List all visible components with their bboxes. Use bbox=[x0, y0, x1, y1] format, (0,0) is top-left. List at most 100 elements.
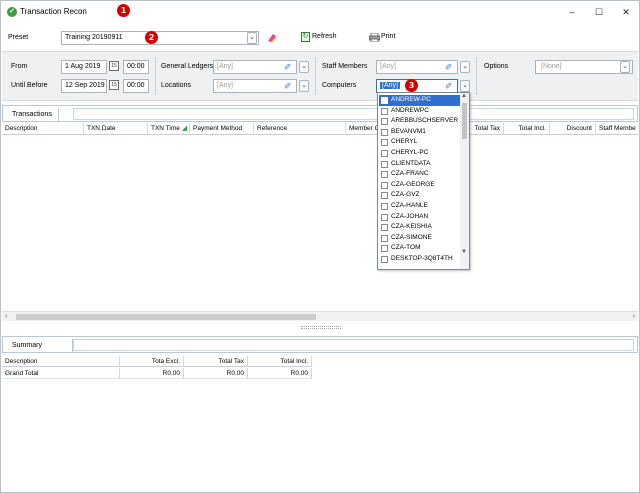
checkbox[interactable] bbox=[381, 171, 388, 179]
list-item[interactable]: CZA-GVZ bbox=[379, 190, 460, 201]
checkbox[interactable] bbox=[381, 245, 388, 253]
computers-chevron-icon[interactable]: ⌄ bbox=[460, 80, 470, 92]
checkbox[interactable] bbox=[381, 118, 388, 126]
list-item[interactable]: CZA-GEORGE bbox=[379, 180, 460, 191]
list-item[interactable]: BEVANVM1 bbox=[379, 127, 460, 138]
table-row[interactable]: Grand Total R0.00 R0.00 R0.00 bbox=[2, 368, 312, 379]
list-item-label: ANDREW-PC bbox=[391, 96, 431, 103]
list-item-label: DESKTOP-3Q8T4TH bbox=[391, 255, 453, 262]
scroll-left-icon[interactable]: ‹ bbox=[5, 312, 7, 322]
checkbox[interactable] bbox=[381, 139, 388, 147]
refresh-label: Refresh bbox=[312, 33, 337, 40]
options-label: Options bbox=[484, 63, 509, 70]
app-check-icon: ✓ bbox=[7, 7, 17, 17]
from-calendar-icon[interactable]: 15 bbox=[109, 61, 119, 71]
checkbox[interactable] bbox=[381, 128, 388, 136]
summary-section-header: Summary bbox=[2, 336, 638, 353]
scroll-thumb[interactable] bbox=[16, 314, 316, 320]
column-header[interactable]: Reference bbox=[254, 123, 346, 135]
column-header[interactable]: Discount bbox=[550, 123, 596, 135]
checkbox[interactable] bbox=[381, 256, 388, 263]
print-label: Print bbox=[381, 33, 396, 40]
from-label: From bbox=[11, 63, 28, 70]
transaction-recon-window: ✓ Transaction Recon – ☐ ✕ 1 Preset Train… bbox=[0, 0, 640, 493]
scroll-down-icon[interactable]: ▼ bbox=[461, 249, 467, 255]
filter-divider bbox=[476, 57, 477, 95]
list-item-label: CHERYL-PC bbox=[391, 149, 429, 156]
summary-description-cell: Grand Total bbox=[2, 368, 120, 379]
list-item-label: CZA-GVZ bbox=[391, 191, 420, 199]
list-item[interactable]: ANDREWPC bbox=[379, 106, 460, 117]
column-header[interactable]: Payment Method bbox=[190, 123, 254, 135]
staff-members-chevron-icon[interactable]: ⌄ bbox=[460, 61, 470, 73]
computers-eraser-icon[interactable]: ✐ bbox=[445, 81, 457, 91]
from-date-field[interactable]: 1 Aug 2019 bbox=[61, 60, 107, 74]
pane-splitter[interactable] bbox=[301, 326, 341, 329]
column-header[interactable]: Staff Membe bbox=[596, 123, 638, 135]
list-item[interactable]: CZA-JOHAN bbox=[379, 212, 460, 223]
checkbox[interactable] bbox=[381, 160, 388, 168]
scroll-thumb[interactable] bbox=[462, 103, 467, 139]
column-header[interactable]: Total Incl. bbox=[248, 356, 312, 367]
list-item-label: CZA-SIMONE bbox=[391, 233, 432, 241]
from-time-field[interactable]: 00:00 bbox=[123, 60, 149, 74]
minimize-button[interactable]: – bbox=[561, 5, 583, 19]
list-item[interactable]: CLIENTDATA bbox=[379, 159, 460, 170]
options-field[interactable]: [None] bbox=[535, 60, 633, 74]
filter-divider bbox=[315, 57, 316, 95]
list-item-label: BEVANVM1 bbox=[391, 127, 426, 135]
maximize-button[interactable]: ☐ bbox=[588, 5, 610, 19]
scroll-up-icon[interactable]: ▲ bbox=[461, 93, 467, 99]
list-item[interactable]: CHERYL-PC bbox=[379, 148, 460, 159]
checkbox[interactable] bbox=[381, 181, 388, 189]
general-ledgers-chevron-icon[interactable]: ⌄ bbox=[299, 61, 309, 73]
list-item-label: CLIENTDATA bbox=[391, 159, 431, 167]
staff-members-eraser-icon[interactable]: ✐ bbox=[445, 62, 457, 72]
preset-value: Training 20190911 bbox=[65, 34, 123, 41]
tab-transactions[interactable]: Transactions bbox=[6, 108, 59, 121]
list-item[interactable]: ANDREW-PC bbox=[379, 95, 460, 106]
preset-dropdown[interactable]: Training 20190911 bbox=[61, 31, 259, 45]
checkbox[interactable] bbox=[381, 107, 388, 115]
column-header[interactable]: TXN Date bbox=[84, 123, 148, 135]
options-chevron-icon[interactable]: ⌄ bbox=[620, 61, 630, 73]
column-header-txn-time[interactable]: TXN Time ◢ bbox=[148, 123, 190, 135]
column-header[interactable]: Total Incl. bbox=[504, 123, 550, 135]
until-calendar-icon[interactable]: 15 bbox=[109, 80, 119, 90]
transactions-horizontal-scrollbar[interactable]: ‹ › bbox=[2, 311, 638, 321]
tab-summary[interactable]: Summary bbox=[6, 339, 73, 352]
list-item[interactable]: CZA-SIMONE bbox=[379, 233, 460, 244]
column-header[interactable]: Total Tax bbox=[184, 356, 248, 367]
locations-eraser-icon[interactable]: ✐ bbox=[284, 81, 296, 91]
dropdown-vertical-scrollbar[interactable]: ▲ ▼ bbox=[460, 93, 469, 269]
locations-chevron-icon[interactable]: ⌄ bbox=[299, 80, 309, 92]
column-header[interactable]: Description bbox=[2, 123, 84, 135]
until-date-field[interactable]: 12 Sep 2019 bbox=[61, 79, 107, 93]
general-ledgers-eraser-icon[interactable]: ✐ bbox=[284, 62, 296, 72]
checkbox[interactable] bbox=[381, 203, 388, 210]
close-button[interactable]: ✕ bbox=[615, 5, 637, 19]
list-item[interactable]: CZA-HANLE bbox=[379, 201, 460, 212]
column-header[interactable]: Description bbox=[2, 356, 120, 367]
refresh-icon: ↻ bbox=[301, 32, 310, 42]
list-item[interactable]: CHERYL bbox=[379, 137, 460, 148]
checkbox[interactable] bbox=[381, 192, 388, 200]
list-item[interactable]: CZA-FRANC bbox=[379, 169, 460, 180]
preset-edit-eraser-icon[interactable] bbox=[266, 32, 278, 43]
list-item[interactable]: CZA-KEISHIA bbox=[379, 222, 460, 233]
checkbox[interactable] bbox=[381, 213, 388, 221]
preset-dropdown-chevron-icon[interactable]: ⌄ bbox=[247, 32, 257, 44]
checkbox[interactable] bbox=[381, 234, 388, 242]
until-time-field[interactable]: 00:00 bbox=[123, 79, 149, 93]
computers-dropdown-list[interactable]: ANDREW-PC ANDREWPC AREBBUSCHSERVER BEVAN… bbox=[377, 92, 470, 270]
checkbox[interactable] bbox=[381, 150, 388, 157]
column-header[interactable]: Total Tax bbox=[468, 123, 504, 135]
column-header[interactable]: Tota Excl. bbox=[120, 356, 184, 367]
list-item[interactable]: CZA-TOM bbox=[379, 243, 460, 254]
list-item[interactable]: DESKTOP-3Q8T4TH bbox=[379, 254, 460, 265]
list-item[interactable]: AREBBUSCHSERVER bbox=[379, 116, 460, 127]
until-before-label: Until Before bbox=[11, 82, 48, 89]
checkbox[interactable] bbox=[381, 97, 388, 104]
checkbox[interactable] bbox=[381, 224, 388, 232]
scroll-right-icon[interactable]: › bbox=[633, 312, 635, 322]
